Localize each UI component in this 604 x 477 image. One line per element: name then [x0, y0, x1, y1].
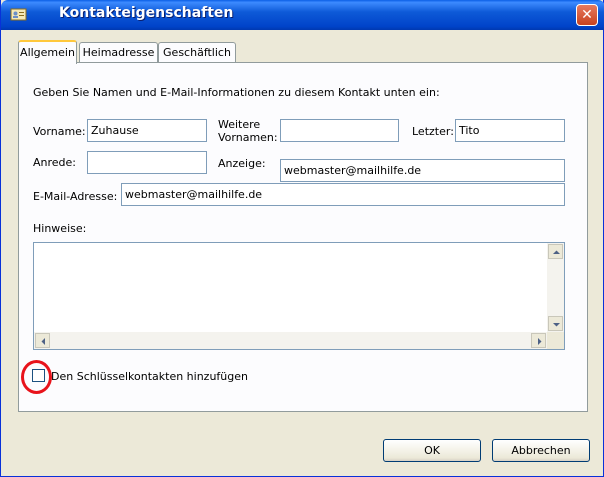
email-label: E-Mail-Adresse:: [33, 190, 118, 203]
form-layer: Geben Sie Namen und E-Mail-Informationen…: [1, 0, 604, 477]
last-name-label: Letzter:: [412, 125, 454, 138]
arrow-down-icon: [553, 323, 560, 327]
notes-vertical-scrollbar[interactable]: [547, 243, 564, 332]
arrow-right-icon: [538, 338, 542, 345]
salutation-label: Anrede:: [33, 156, 77, 169]
ok-button-label: OK: [424, 444, 440, 457]
middle-name-label-line1: Weitere: [218, 118, 261, 131]
scroll-left-button[interactable]: [35, 333, 50, 348]
notes-textarea[interactable]: [33, 242, 565, 350]
middle-name-label-line2: Vornamen:: [218, 131, 278, 144]
first-name-label: Vorname:: [33, 125, 86, 138]
scroll-right-button[interactable]: [531, 333, 546, 348]
last-name-value: Tito: [459, 124, 480, 137]
display-name-combobox[interactable]: webmaster@mailhilfe.de: [280, 159, 565, 182]
salutation-input[interactable]: [87, 151, 207, 174]
ok-button[interactable]: OK: [383, 439, 481, 462]
notes-label: Hinweise:: [33, 222, 87, 235]
display-name-label: Anzeige:: [218, 157, 266, 170]
email-input[interactable]: webmaster@mailhilfe.de: [121, 183, 565, 206]
scrollbar-corner: [547, 332, 564, 349]
dialog-window: Kontakteigenschaften ✕ Allgemein Heimadr…: [0, 0, 604, 477]
notes-horizontal-scrollbar[interactable]: [34, 332, 547, 349]
cancel-button-label: Abbrechen: [511, 444, 571, 457]
highlight-circle: [21, 360, 52, 394]
email-value: webmaster@mailhilfe.de: [125, 188, 263, 201]
key-contacts-label[interactable]: Den Schlüsselkontakten hinzufügen: [51, 370, 248, 383]
cancel-button[interactable]: Abbrechen: [492, 439, 590, 462]
arrow-up-icon: [553, 250, 560, 254]
scroll-up-button[interactable]: [548, 244, 563, 259]
arrow-left-icon: [41, 338, 45, 345]
first-name-value: Zuhause: [91, 124, 139, 137]
first-name-input[interactable]: Zuhause: [87, 119, 207, 142]
instruction-text: Geben Sie Namen und E-Mail-Informationen…: [33, 86, 440, 99]
last-name-input[interactable]: Tito: [455, 119, 565, 142]
display-name-value: webmaster@mailhilfe.de: [284, 164, 422, 177]
middle-name-input[interactable]: [280, 119, 399, 142]
scroll-down-button[interactable]: [548, 316, 563, 331]
